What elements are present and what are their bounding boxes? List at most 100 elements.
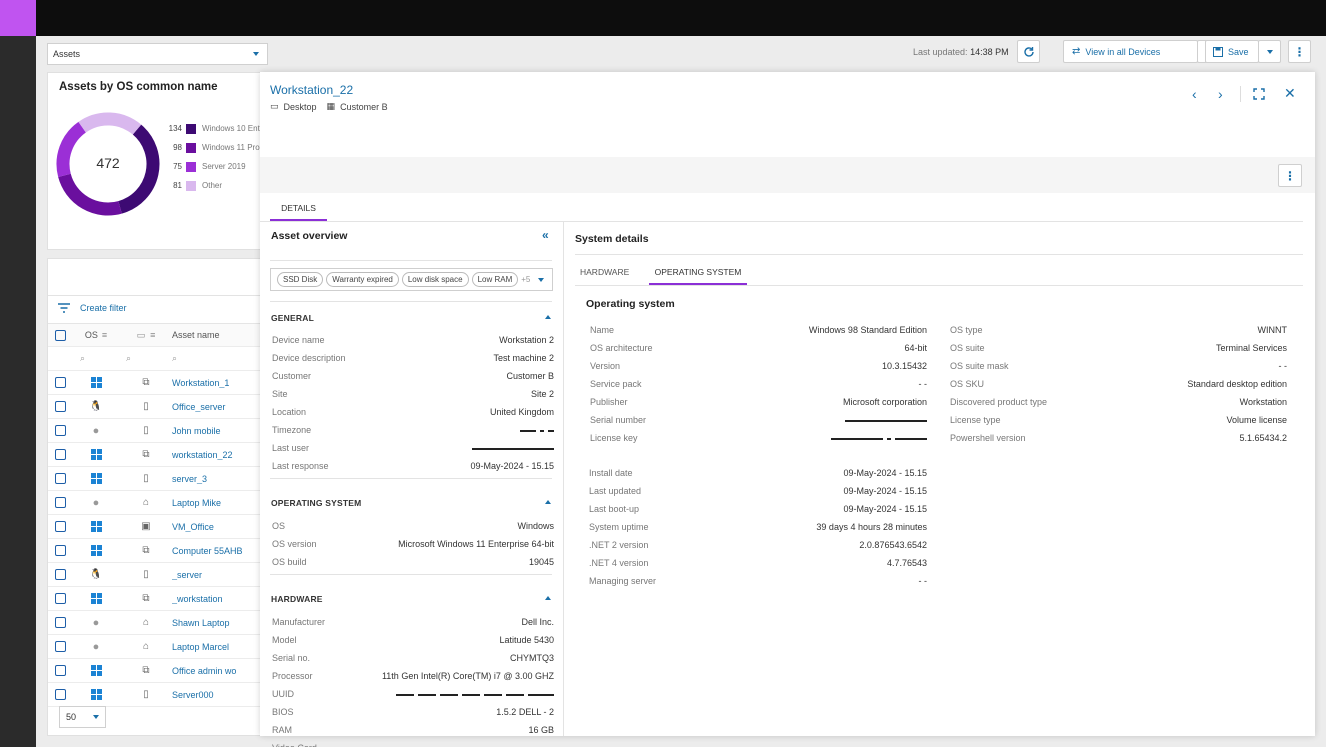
asset-name-link[interactable]: Server000 (172, 690, 260, 700)
expand-button[interactable] (1253, 88, 1265, 102)
kebab-icon: ⋮ (1293, 44, 1306, 59)
general-section-title[interactable]: GENERAL (271, 313, 314, 323)
save-dropdown-button[interactable] (1258, 40, 1281, 63)
asset-name-link[interactable]: _workstation (172, 594, 260, 604)
row-checkbox[interactable] (54, 521, 66, 532)
row-checkbox[interactable] (54, 473, 66, 484)
row-checkbox[interactable] (54, 377, 66, 388)
donut-total: 472 (96, 155, 120, 171)
asset-name-link[interactable]: VM_Office (172, 522, 260, 532)
row-checkbox[interactable] (54, 617, 66, 628)
asset-name-link[interactable]: Laptop Mike (172, 498, 260, 508)
row-checkbox[interactable] (54, 449, 66, 460)
redacted-value (516, 425, 554, 435)
view-dropdown[interactable]: Assets (47, 43, 268, 65)
divider (270, 478, 552, 479)
detail-label: Last updated (589, 486, 642, 496)
swap-icon: ⇄ (1072, 46, 1081, 57)
search-icon[interactable]: ⌕ (80, 353, 85, 364)
table-row[interactable]: ▯ Server000 (48, 683, 260, 707)
table-row[interactable]: ▣ VM_Office (48, 515, 260, 539)
tags-box[interactable]: SSD Disk Warranty expired Low disk space Lo… (270, 268, 553, 291)
column-asset-name[interactable]: Asset name (172, 330, 260, 340)
table-row[interactable]: ⧉ _workstation (48, 587, 260, 611)
tag-chip[interactable]: Low disk space (401, 272, 469, 287)
detail-row: Device description Test machine 2 (272, 353, 554, 363)
detail-row: License type Volume license (950, 415, 1287, 425)
detail-row: Device name Workstation 2 (272, 335, 554, 345)
table-row[interactable]: ⧉ Workstation_1 (48, 371, 260, 395)
panel-title[interactable]: Workstation_22 (270, 83, 353, 97)
sort-icon[interactable]: ≡ (150, 330, 155, 341)
more-options-button[interactable]: ⋮ (1288, 40, 1311, 63)
chevron-up-icon[interactable] (545, 315, 551, 319)
legend-count: 81 (173, 181, 182, 190)
asset-name-link[interactable]: server_3 (172, 474, 260, 484)
chevron-right-icon: › (1218, 86, 1223, 102)
chevron-up-icon[interactable] (545, 500, 551, 504)
tag-chip[interactable]: Warranty expired (326, 272, 399, 287)
row-checkbox[interactable] (54, 401, 66, 412)
row-checkbox[interactable] (54, 593, 66, 604)
donut-slice[interactable] (58, 173, 122, 216)
table-row[interactable]: 🐧 ▯ _server (48, 563, 260, 587)
table-row[interactable]: ▯ server_3 (48, 467, 260, 491)
donut-slice[interactable] (56, 121, 87, 178)
save-button[interactable]: Save (1205, 40, 1259, 63)
hardware-section-title[interactable]: HARDWARE (271, 594, 323, 604)
os-chart-card: Assets by OS common name 472 134 Windows … (47, 72, 295, 250)
table-row[interactable]: ⧉ Office admin wo (48, 659, 260, 683)
tag-chip[interactable]: SSD Disk (277, 272, 324, 287)
search-icon[interactable]: ⌕ (172, 353, 177, 363)
refresh-button[interactable] (1017, 40, 1040, 63)
row-checkbox[interactable] (54, 569, 66, 580)
table-row[interactable]: 🐧 ▯ Office_server (48, 395, 260, 419)
view-in-all-devices-button[interactable]: ⇄ View in all Devices (1063, 40, 1198, 63)
asset-name-link[interactable]: Shawn Laptop (172, 618, 260, 628)
next-button[interactable]: › (1218, 86, 1223, 102)
asset-name-link[interactable]: Computer 55AHB (172, 546, 260, 556)
chevron-up-icon[interactable] (545, 596, 551, 600)
asset-name-link[interactable]: workstation_22 (172, 450, 260, 460)
table-row[interactable]: ● ⌂ Laptop Mike (48, 491, 260, 515)
table-row[interactable]: ● ⌂ Shawn Laptop (48, 611, 260, 635)
table-row[interactable]: ⧉ workstation_22 (48, 443, 260, 467)
row-checkbox[interactable] (54, 497, 66, 508)
close-button[interactable]: ✕ (1284, 85, 1296, 102)
row-checkbox[interactable] (54, 641, 66, 652)
tab-hardware[interactable]: HARDWARE (580, 267, 629, 277)
table-row[interactable]: ● ▯ John mobile (48, 419, 260, 443)
tab-details[interactable]: DETAILS (270, 201, 327, 221)
panel-more-button[interactable]: ⋮ (1278, 164, 1302, 187)
asset-name-link[interactable]: John mobile (172, 426, 260, 436)
app-logo[interactable] (0, 0, 36, 36)
divider (48, 295, 260, 296)
asset-name-link[interactable]: Office admin wo (172, 666, 260, 676)
select-all-checkbox[interactable] (54, 329, 66, 341)
redacted-value (841, 415, 927, 425)
row-checkbox[interactable] (54, 425, 66, 436)
donut-slice[interactable] (118, 124, 160, 214)
prev-button[interactable]: ‹ (1192, 86, 1197, 102)
sort-icon[interactable]: ≡ (102, 330, 107, 340)
page-size-select[interactable]: 50 (59, 706, 106, 728)
row-checkbox[interactable] (54, 545, 66, 556)
save-icon (1213, 46, 1223, 57)
search-icon[interactable]: ⌕ (126, 353, 131, 364)
row-checkbox[interactable] (54, 665, 66, 676)
asset-name-link[interactable]: Office_server (172, 402, 260, 412)
table-row[interactable]: ⧉ Computer 55AHB (48, 539, 260, 563)
asset-name-link[interactable]: Laptop Marcel (172, 642, 260, 652)
column-os[interactable]: OS (85, 330, 98, 340)
asset-name-link[interactable]: Workstation_1 (172, 378, 260, 388)
row-checkbox[interactable] (54, 689, 66, 700)
collapse-button[interactable]: « (542, 228, 549, 242)
tab-operating-system[interactable]: OPERATING SYSTEM (649, 262, 747, 285)
table-row[interactable]: ● ⌂ Laptop Marcel (48, 635, 260, 659)
detail-label: Customer (272, 371, 312, 381)
create-filter-button[interactable]: Create filter (58, 303, 127, 313)
asset-name-link[interactable]: _server (172, 570, 260, 580)
os-section-title[interactable]: OPERATING SYSTEM (271, 498, 361, 508)
tag-chip[interactable]: Low RAM (471, 272, 519, 287)
donut-slice[interactable] (78, 112, 142, 135)
